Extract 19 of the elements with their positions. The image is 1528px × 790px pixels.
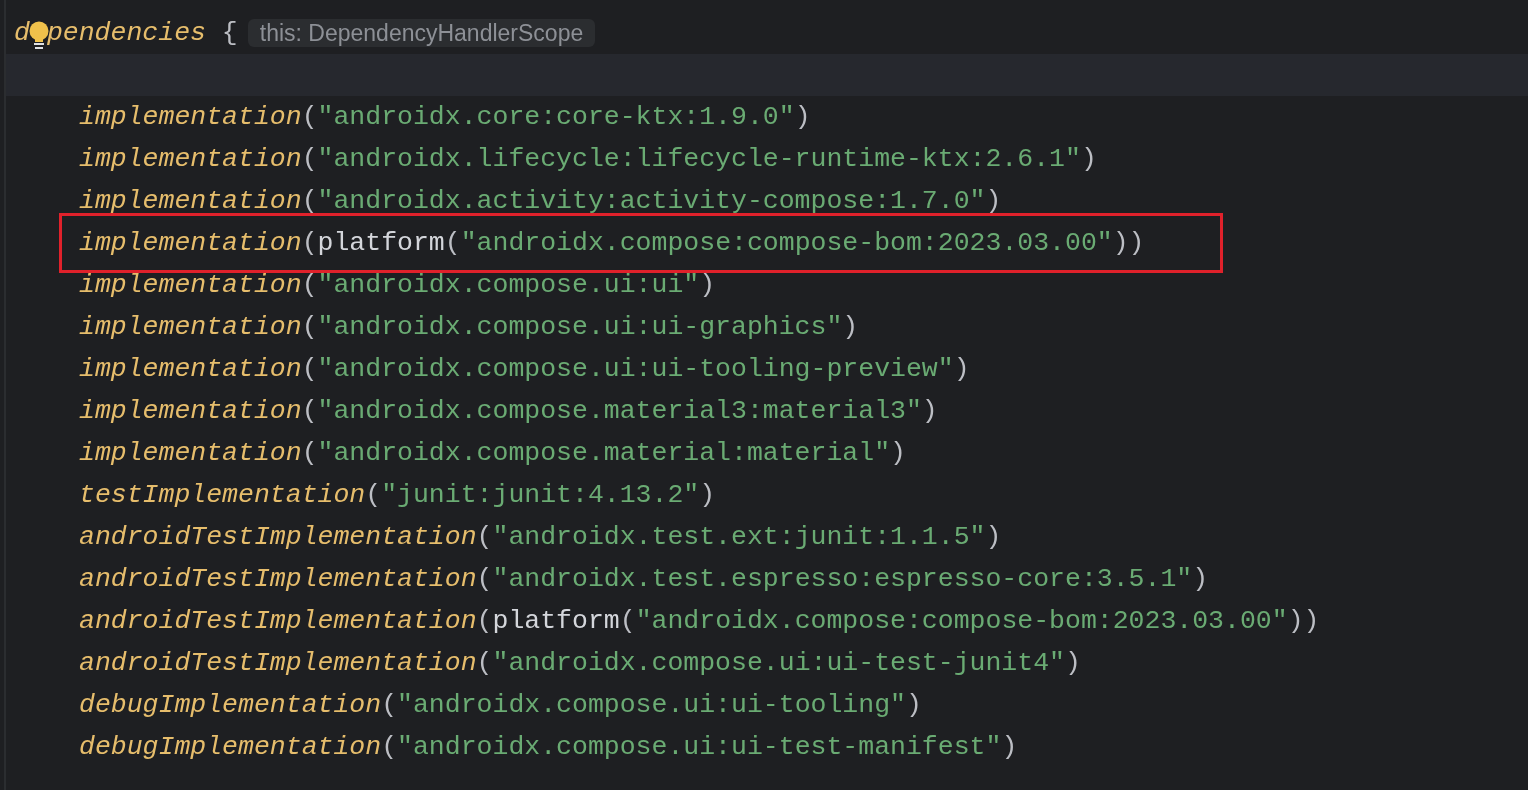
- code-line: debugImplementation("androidx.compose.ui:ui-tooling"): [79, 689, 922, 722]
- code-line: implementation("androidx.activity:activity-compose:1.7.0"): [79, 185, 1002, 218]
- code-line: testImplementation("junit:junit:4.13.2"): [79, 479, 716, 512]
- code-line: implementation("androidx.compose.ui:ui-tooling-preview"): [79, 353, 970, 386]
- code-line: implementation("androidx.compose.material3:material3"): [79, 395, 938, 428]
- code-line: androidTestImplementation("androidx.test.espresso:espresso-core:3.5.1"): [79, 563, 1209, 596]
- inlay-hint: this: DependencyHandlerScope: [247, 19, 596, 47]
- code-line: implementation("androidx.core:core-ktx:1.9.0"): [79, 101, 811, 134]
- code-line: androidTestImplementation(platform("androidx.compose:compose-bom:2023.03.00")): [79, 605, 1320, 638]
- code-line: androidTestImplementation("androidx.test.ext:junit:1.1.5"): [79, 521, 1002, 554]
- code-line: implementation("androidx.lifecycle:lifecycle-runtime-ktx:2.6.1"): [79, 143, 1097, 176]
- code-line: pendencies {: [46, 17, 238, 50]
- code-line: implementation("androidx.compose.material:material"): [79, 437, 906, 470]
- code-line: implementation("androidx.compose.ui:ui"): [79, 269, 716, 302]
- code-line: implementation("androidx.compose.ui:ui-graphics"): [79, 311, 859, 344]
- code-line: implementation(platform("androidx.compose:compose-bom:2023.03.00")): [79, 227, 1145, 260]
- code-line: androidTestImplementation("androidx.compose.ui:ui-test-junit4"): [79, 647, 1081, 680]
- code-line: d: [14, 17, 30, 50]
- code-line: debugImplementation("androidx.compose.ui:ui-test-manifest"): [79, 731, 1018, 764]
